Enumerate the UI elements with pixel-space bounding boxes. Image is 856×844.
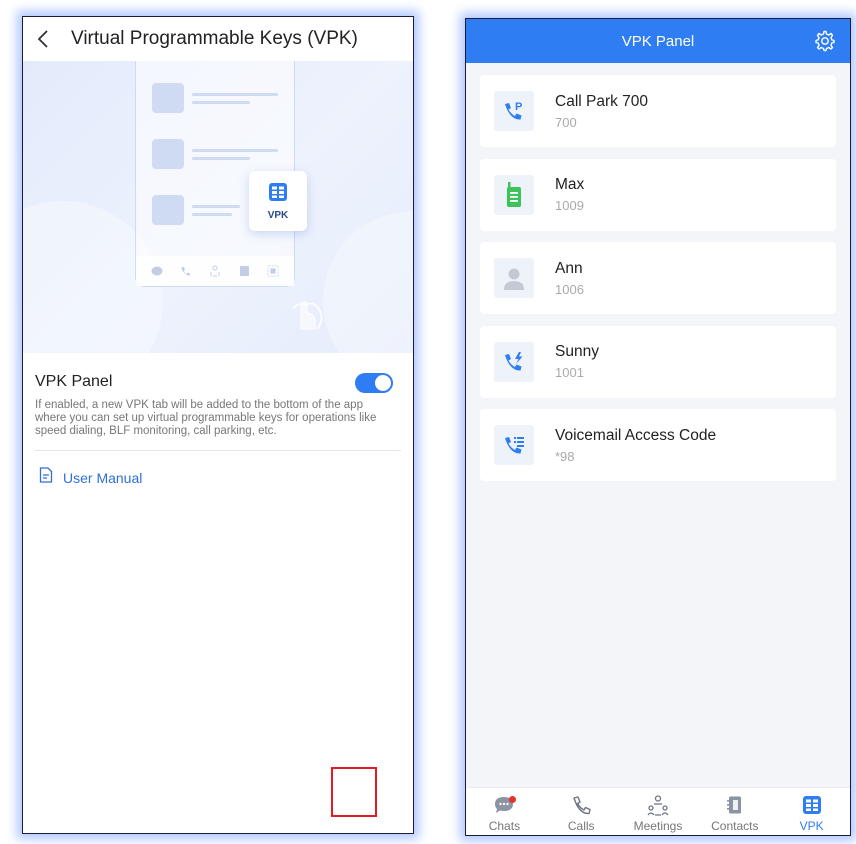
- settings-screen: Virtual Programmable Keys (VPK) VPK VPK …: [22, 16, 414, 834]
- vpk-tab-card: VPK: [249, 171, 307, 231]
- vpk-key-ann[interactable]: Ann 1006: [480, 242, 836, 314]
- vpk-key-list: P Call Park 700 700 Max 1009 Ann 1006 Su…: [466, 63, 850, 481]
- chat-icon: [493, 794, 517, 816]
- bottom-tab-bar: Chats Calls Meetings Contacts VPK: [466, 787, 850, 835]
- tab-contacts[interactable]: Contacts: [696, 788, 773, 835]
- contacts-icon: [238, 265, 250, 277]
- page-title: Virtual Programmable Keys (VPK): [71, 28, 358, 49]
- vpk-key-name: Max: [555, 176, 585, 193]
- tab-calls[interactable]: Calls: [543, 788, 620, 835]
- meetings-icon: [647, 794, 669, 816]
- document-icon: [39, 467, 53, 488]
- vpk-key-name: Call Park 700: [555, 92, 649, 110]
- hand-pointer-icon: [287, 299, 327, 340]
- vpk-panel-label: VPK Panel: [35, 373, 113, 390]
- vpk-key-voicemail[interactable]: Voicemail Access Code *98: [480, 409, 836, 481]
- phone-icon: [180, 265, 192, 277]
- toggle-knob: [375, 375, 391, 391]
- vpk-key-name: Sunny: [555, 343, 599, 360]
- back-arrow-icon[interactable]: [37, 30, 55, 48]
- vpk-key-call-park[interactable]: P Call Park 700 700: [480, 75, 836, 147]
- tab-label: Meetings: [633, 819, 683, 833]
- tab-label: Chats: [488, 819, 521, 833]
- user-manual-link[interactable]: User Manual: [23, 451, 413, 488]
- voicemail-list-icon: [494, 425, 534, 465]
- vpk-tab-highlight: [331, 767, 377, 817]
- phone-icon: [570, 794, 592, 816]
- walkie-talkie-icon: [494, 174, 534, 215]
- meetings-icon: [209, 265, 221, 277]
- tab-chats[interactable]: Chats: [466, 788, 543, 835]
- vpk-panel-screen: VPK Panel P Call Park 700 700 Max 1009 A…: [465, 18, 851, 836]
- user-manual-label: User Manual: [63, 469, 143, 486]
- call-park-icon: P: [494, 91, 534, 131]
- vpk-icon: [267, 265, 279, 277]
- illustration-row: [152, 139, 292, 169]
- vpk-key-extension: 1001: [555, 365, 584, 380]
- vpk-key-max[interactable]: Max 1009: [480, 158, 836, 231]
- vpk-key-sunny[interactable]: Sunny 1001: [480, 325, 836, 398]
- vpk-icon: [801, 794, 823, 816]
- page-title: VPK Panel: [621, 32, 695, 50]
- vpk-panel-toggle[interactable]: [355, 373, 393, 393]
- vpk-key-name: Ann: [555, 259, 583, 277]
- settings-header: Virtual Programmable Keys (VPK): [23, 17, 413, 61]
- vpk-key-name: Voicemail Access Code: [555, 426, 717, 444]
- vpk-illustration: VPK: [23, 61, 413, 353]
- vpk-key-extension: 1009: [555, 198, 584, 213]
- illustration-row: [152, 83, 292, 113]
- vpk-panel-setting: VPK Panel If enabled, a new VPK tab will…: [23, 353, 413, 438]
- contacts-icon: [724, 794, 746, 816]
- person-icon: [494, 258, 534, 298]
- vpk-key-extension: *98: [555, 448, 575, 464]
- vpk-key-extension: 1006: [555, 281, 584, 297]
- vpk-card-label: VPK: [267, 209, 289, 221]
- vpk-header: VPK Panel: [466, 19, 850, 63]
- vpk-icon: [268, 182, 288, 207]
- tab-label: Calls: [567, 819, 595, 833]
- illustration-tabbar: [136, 256, 294, 286]
- tab-vpk[interactable]: VPK: [773, 788, 850, 835]
- tab-meetings[interactable]: Meetings: [620, 788, 697, 835]
- svg-text:P: P: [515, 101, 522, 113]
- chat-icon: [151, 265, 163, 277]
- vpk-panel-description: If enabled, a new VPK tab will be added …: [35, 399, 377, 437]
- tab-label: Contacts: [711, 819, 759, 833]
- vpk-key-extension: 700: [555, 114, 577, 130]
- gear-icon[interactable]: [814, 30, 836, 52]
- speed-dial-icon: [494, 341, 534, 382]
- tab-label: VPK: [799, 819, 824, 833]
- decorative-circle: [323, 211, 413, 353]
